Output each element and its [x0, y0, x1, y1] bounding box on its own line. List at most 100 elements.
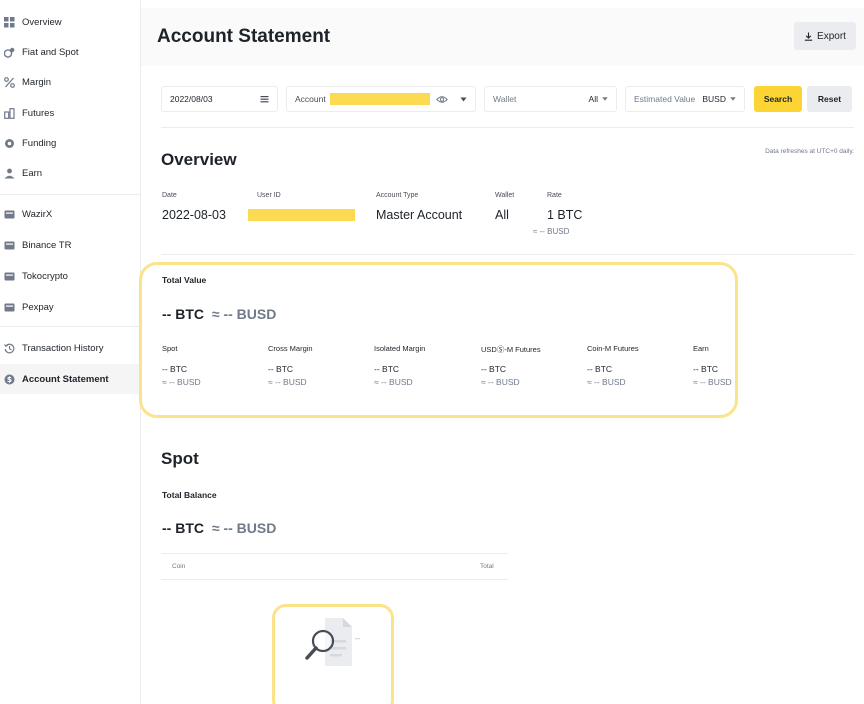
sidebar-item-pexpay[interactable]: Pexpay — [0, 292, 141, 322]
user-id-redacted — [248, 209, 355, 221]
sidebar-item-label: Account Statement — [22, 373, 109, 385]
sidebar-item-tokocrypto[interactable]: Tokocrypto — [0, 261, 141, 291]
sidebar-item-transaction-history[interactable]: Transaction History — [0, 333, 141, 363]
eye-icon[interactable] — [436, 95, 448, 104]
rate-label: Rate — [547, 192, 562, 199]
spot-title: Spot — [161, 449, 199, 468]
no-data-icon — [303, 616, 365, 674]
sidebar-item-label: Overview — [22, 16, 62, 28]
col-spot-btc: -- BTC — [162, 364, 188, 374]
date-label: Date — [162, 192, 177, 199]
col-earn-label: Earn — [693, 344, 709, 353]
divider — [161, 127, 854, 128]
col-cross-margin-busd: ≈ -- BUSD — [268, 377, 307, 387]
rate-value: 1 BTC — [547, 208, 583, 222]
sidebar-item-wazirx[interactable]: WazirX — [0, 199, 141, 229]
account-type-label: Account Type — [376, 192, 419, 199]
search-button[interactable]: Search — [754, 86, 802, 112]
col-coinm-futures-btc: -- BTC — [587, 364, 613, 374]
history-icon — [4, 343, 15, 354]
calendar-icon — [260, 95, 269, 103]
wallet-select[interactable]: Wallet All — [484, 86, 617, 112]
funding-icon — [4, 138, 15, 149]
col-usdm-futures-label: USDⓈ-M Futures — [481, 345, 541, 354]
coin-column-header: Coin — [172, 563, 186, 570]
sidebar-item-earn[interactable]: Earn — [0, 158, 141, 188]
sidebar-item-label: Futures — [22, 107, 55, 119]
total-balance-amount: -- BTC ≈ -- BUSD — [162, 520, 276, 536]
download-icon — [804, 32, 813, 41]
total-balance-btc: -- BTC — [162, 520, 204, 536]
table-header-border — [161, 579, 508, 580]
overview-title: Overview — [161, 150, 237, 169]
sidebar-item-fiat-and-spot[interactable]: Fiat and Spot — [0, 37, 141, 67]
total-column-header: Total — [480, 563, 494, 570]
sidebar-item-label: Margin — [22, 76, 52, 88]
date-picker[interactable]: 2022/08/03 — [161, 86, 278, 112]
date-value: 2022/08/03 — [170, 94, 213, 104]
user-id-label: User ID — [257, 192, 281, 199]
estimated-value: BUSD — [702, 94, 726, 104]
sidebar-item-label: Tokocrypto — [22, 270, 68, 282]
sidebar-item-margin[interactable]: Margin — [0, 67, 141, 97]
sidebar-item-funding[interactable]: Funding — [0, 128, 141, 158]
sidebar-item-label: Fiat and Spot — [22, 46, 79, 58]
grid-icon — [4, 16, 15, 28]
col-earn-btc: -- BTC — [693, 364, 719, 374]
sidebar-item-futures[interactable]: Futures — [0, 98, 141, 128]
col-cross-margin-label: Cross Margin — [268, 344, 313, 353]
col-isolated-margin-busd: ≈ -- BUSD — [374, 377, 413, 387]
wallet-value: All — [495, 208, 509, 222]
page-title: Account Statement — [157, 26, 331, 47]
col-coinm-futures-label: Coin-M Futures — [587, 344, 639, 353]
reset-button[interactable]: Reset — [807, 86, 852, 112]
sidebar-item-account-statement[interactable]: $ Account Statement — [0, 364, 141, 394]
col-isolated-margin-label: Isolated Margin — [374, 344, 426, 353]
wallet-icon — [4, 47, 15, 58]
col-spot-label: Spot — [162, 344, 178, 353]
export-button[interactable]: Export — [794, 22, 856, 50]
estimated-value-select[interactable]: Estimated Value BUSD — [625, 86, 745, 112]
refresh-note: Data refreshes at UTC+0 daily. — [765, 148, 854, 155]
main-content: Account Statement Export 2022/08/03 Acco… — [139, 0, 864, 704]
col-cross-margin-btc: -- BTC — [268, 364, 294, 374]
card-icon — [4, 209, 15, 220]
chevron-down-icon — [460, 97, 467, 102]
sidebar: Overview Fiat and Spot Margin Futures Fu… — [0, 0, 141, 704]
col-coinm-futures-busd: ≈ -- BUSD — [587, 377, 626, 387]
total-value-amount: -- BTC ≈ -- BUSD — [162, 306, 276, 322]
col-usdm-futures-busd: ≈ -- BUSD — [481, 377, 520, 387]
chevron-down-icon — [730, 97, 736, 101]
col-usdm-futures-btc: -- BTC — [481, 364, 507, 374]
total-balance-label: Total Balance — [162, 490, 217, 500]
sidebar-divider — [0, 326, 141, 327]
col-spot-busd: ≈ -- BUSD — [162, 377, 201, 387]
estimated-selected: BUSD — [702, 94, 736, 104]
sidebar-item-label: WazirX — [22, 208, 53, 220]
sidebar-item-label: Earn — [22, 167, 43, 179]
sidebar-item-overview[interactable]: Overview — [0, 7, 141, 37]
earn-icon — [4, 168, 15, 179]
rate-sub: ≈ -- BUSD — [533, 227, 570, 236]
card-icon — [4, 240, 15, 251]
col-earn-busd: ≈ -- BUSD — [693, 377, 732, 387]
sidebar-item-binance-tr[interactable]: Binance TR — [0, 230, 141, 260]
account-redacted — [329, 93, 430, 105]
sidebar-item-label: Binance TR — [22, 239, 72, 251]
card-icon — [4, 302, 15, 313]
wallet-label: Wallet — [493, 94, 517, 104]
date-value: 2022-08-03 — [162, 208, 226, 222]
svg-text:$: $ — [7, 375, 12, 384]
total-value-highlight — [139, 262, 738, 418]
sidebar-item-label: Transaction History — [22, 342, 104, 354]
card-icon — [4, 271, 15, 282]
account-type-value: Master Account — [376, 208, 463, 222]
total-value-busd: ≈ -- BUSD — [211, 306, 277, 322]
export-label: Export — [817, 30, 846, 42]
total-value-btc: -- BTC — [162, 306, 204, 322]
total-value-label: Total Value — [162, 275, 207, 285]
estimated-label: Estimated Value — [634, 94, 696, 104]
sidebar-item-label: Funding — [22, 137, 57, 149]
total-balance-busd: ≈ -- BUSD — [211, 520, 277, 536]
account-select[interactable]: Account — [286, 86, 476, 112]
